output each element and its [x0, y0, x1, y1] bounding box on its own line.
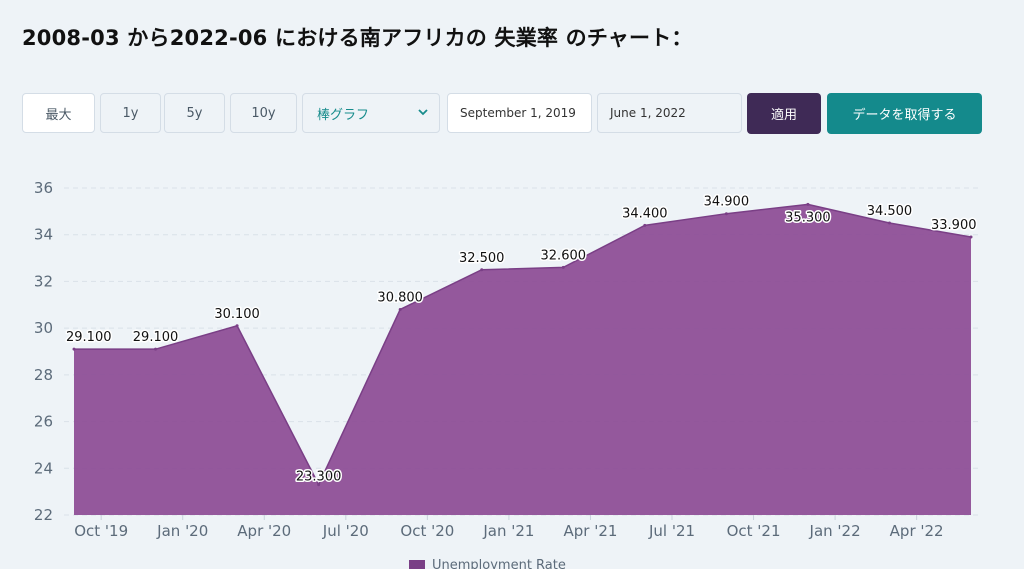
data-label: 30.100 [214, 307, 260, 322]
data-label: 35.300 [785, 210, 831, 225]
data-point[interactable] [561, 265, 565, 269]
data-label: 29.100 [66, 330, 112, 345]
data-label: 33.900 [931, 218, 977, 233]
x-tick-label: Apr '20 [237, 522, 291, 540]
x-tick-label: Jan '22 [809, 522, 861, 540]
data-label: 30.800 [377, 290, 423, 305]
data-point[interactable] [969, 235, 973, 239]
y-tick-label: 32 [34, 272, 53, 290]
x-tick-label: Jul '20 [322, 522, 369, 540]
y-axis-ticks: 22 24 26 28 30 32 34 36 [34, 179, 53, 524]
data-point[interactable] [72, 347, 76, 351]
unemployment-area-chart: 22 24 26 28 30 32 34 36 Oct '19 Jan '20 Apr '20 Ju… [34, 179, 980, 569]
y-tick-label: 30 [34, 319, 53, 337]
x-tick-label: Oct '21 [727, 522, 781, 540]
data-point[interactable] [887, 221, 891, 225]
y-tick-label: 26 [34, 413, 53, 431]
y-tick-label: 28 [34, 366, 53, 384]
y-tick-label: 34 [34, 226, 53, 244]
data-label: 32.600 [541, 248, 587, 263]
y-tick-label: 36 [34, 179, 53, 197]
data-label: 32.500 [459, 251, 505, 266]
x-tick-label: Jan '20 [156, 522, 208, 540]
legend[interactable]: Unemployment Rate [409, 558, 566, 569]
x-axis-ticks: Oct '19 Jan '20 Apr '20 Jul '20 Oct '20 Jan '… [74, 515, 944, 540]
data-label: 29.100 [133, 330, 179, 345]
data-point[interactable] [643, 223, 647, 227]
data-label: 23.300 [296, 470, 342, 485]
area-series [72, 202, 973, 515]
y-tick-label: 22 [34, 506, 53, 524]
data-point[interactable] [235, 324, 239, 328]
legend-swatch [409, 560, 425, 569]
data-label: 34.400 [622, 206, 668, 221]
x-tick-label: Oct '19 [74, 522, 128, 540]
data-point[interactable] [806, 202, 810, 206]
x-tick-label: Apr '22 [890, 522, 944, 540]
data-point[interactable] [480, 268, 484, 272]
legend-label: Unemployment Rate [432, 558, 566, 569]
x-tick-label: Jul '21 [648, 522, 695, 540]
data-point[interactable] [154, 347, 158, 351]
x-tick-label: Jan '21 [482, 522, 534, 540]
data-label: 34.500 [867, 204, 913, 219]
y-tick-label: 24 [34, 459, 53, 477]
data-point[interactable] [398, 307, 402, 311]
data-point[interactable] [724, 212, 728, 216]
data-label: 34.900 [704, 195, 750, 210]
x-tick-label: Oct '20 [400, 522, 454, 540]
x-tick-label: Apr '21 [563, 522, 617, 540]
area-fill [74, 204, 971, 515]
